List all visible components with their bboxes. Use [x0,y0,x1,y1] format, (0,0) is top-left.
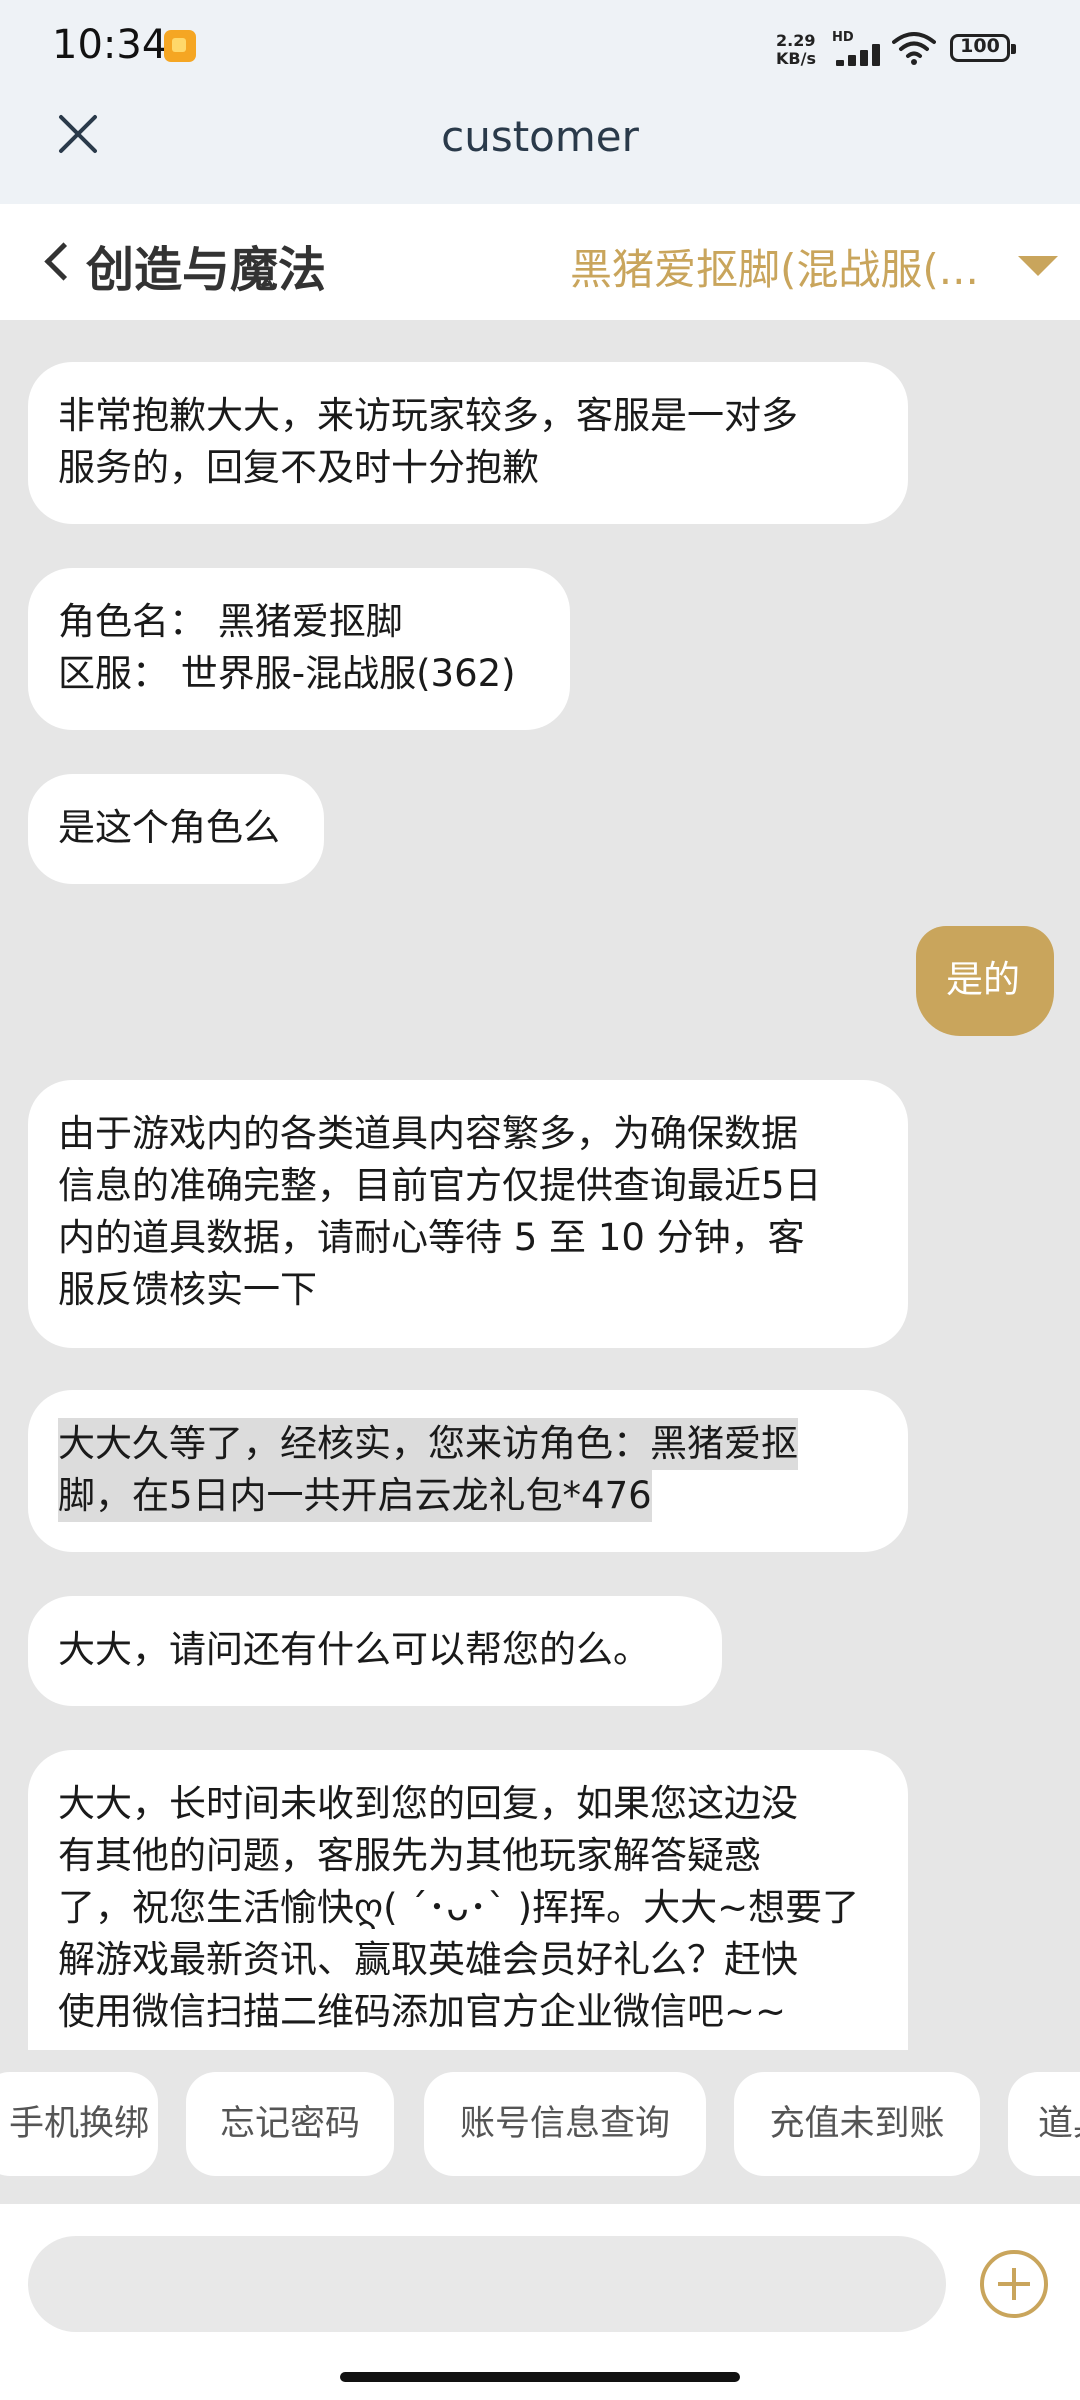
quick-reply-chip[interactable]: 手机换绑 [0,2072,158,2176]
message-line: 脚，在5日内一共开启云龙礼包*476 [58,1470,652,1522]
message-bubble: 大大，长时间未收到您的回复，如果您这边没 有其他的问题，客服先为其他玩家解答疑惑… [28,1750,908,2050]
message-line: 解游戏最新资讯、赢取英雄会员好礼么？赶快 [58,1938,798,1981]
quick-reply-chip[interactable]: 道具 [1008,2072,1080,2176]
message-bubble: 大大，请问还有什么可以帮您的么。 [28,1596,722,1706]
message-line: 大大久等了，经核实，您来访角色：黑猪爱抠 [58,1418,798,1470]
status-time: 10:34 [52,22,168,68]
message-line: 有其他的问题，客服先为其他玩家解答疑惑 [58,1834,761,1877]
network-speed-value: 2.29 [776,31,816,50]
message-line: 服反馈核实一下 [58,1268,317,1311]
home-indicator[interactable] [340,2372,740,2382]
network-speed: 2.29 KB/s [776,32,816,68]
hd-badge: HD [832,30,854,45]
message-line: 信息的准确完整，目前官方仅提供查询最近5日 [58,1164,822,1207]
quick-reply-row: 手机换绑 忘记密码 账号信息查询 充值未到账 道具 [0,2072,1080,2176]
dropdown-icon[interactable] [1018,256,1058,276]
message-line: 大大，请问还有什么可以帮您的么。 [58,1628,650,1671]
user-message-bubble: 是的 [916,926,1054,1036]
wifi-icon [892,32,936,65]
back-icon[interactable] [40,240,70,284]
signal-icon [836,44,882,66]
message-line: 由于游戏内的各类道具内容繁多，为确保数据 [58,1112,798,1155]
message-line: 是这个角色么 [58,806,280,849]
battery-icon: 100 [950,34,1016,62]
network-speed-unit: KB/s [776,49,816,68]
message-input[interactable] [28,2236,946,2332]
message-bubble: 是这个角色么 [28,774,324,884]
game-title: 创造与魔法 [86,242,327,298]
quick-reply-chip[interactable]: 忘记密码 [186,2072,394,2176]
message-line: 区服： 世界服-混战服(362) [58,652,516,695]
message-bubble: 角色名： 黑猪爱抠脚 区服： 世界服-混战服(362) [28,568,570,730]
battery-level: 100 [960,35,1000,57]
message-bubble: 由于游戏内的各类道具内容繁多，为确保数据 信息的准确完整，目前官方仅提供查询最近… [28,1080,908,1348]
message-line: 使用微信扫描二维码添加官方企业微信吧~~ [58,1990,787,2033]
message-line: 大大，长时间未收到您的回复，如果您这边没 [58,1782,798,1825]
quick-reply-chip[interactable]: 充值未到账 [734,2072,980,2176]
message-line: 服务的，回复不及时十分抱歉 [58,446,539,489]
message-line: 非常抱歉大大，来访玩家较多，客服是一对多 [58,394,798,437]
message-line: 是的 [946,958,1020,1001]
notification-app-icon [164,30,196,62]
message-bubble: 非常抱歉大大，来访玩家较多，客服是一对多 服务的，回复不及时十分抱歉 [28,362,908,524]
message-bubble: 大大久等了，经核实，您来访角色：黑猪爱抠 脚，在5日内一共开启云龙礼包*476 [28,1390,908,1552]
message-line: 了，祝您生活愉快ღ( ´･ᴗ･` )挥挥。大大~想要了 [58,1886,860,1929]
window-title: customer [441,112,639,161]
message-line: 角色名： 黑猪爱抠脚 [58,600,403,643]
plus-icon[interactable] [980,2250,1048,2318]
server-select[interactable]: 黑猪爱抠脚(混战服(... [570,236,990,297]
quick-reply-chip[interactable]: 账号信息查询 [424,2072,706,2176]
message-line: 内的道具数据，请耐心等待 5 至 10 分钟，客 [58,1216,805,1259]
